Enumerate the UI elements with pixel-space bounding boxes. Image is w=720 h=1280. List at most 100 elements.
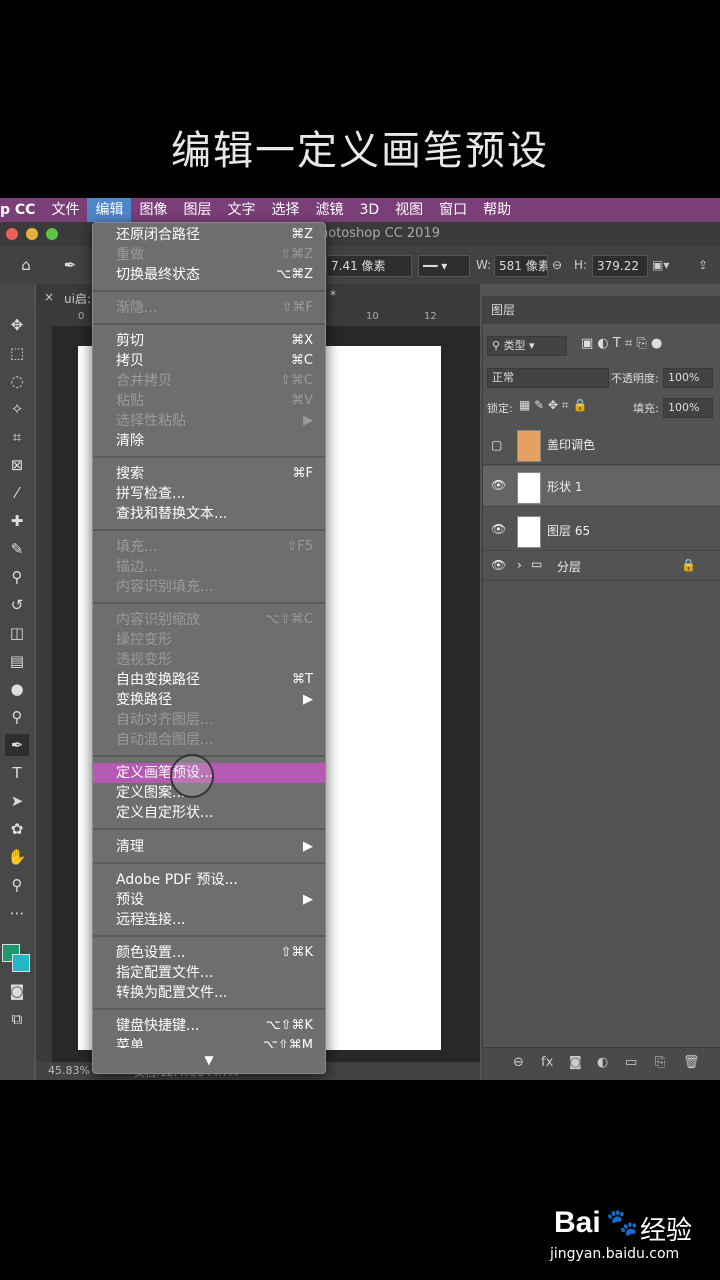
menu-scroll-down-icon[interactable]: ▼ xyxy=(93,1053,325,1067)
menu-item-content-aware-scale[interactable]: 内容识别缩放 ⌥⇧⌘C xyxy=(93,610,325,630)
dodge-tool-icon[interactable]: ⚲ xyxy=(5,706,29,728)
menu-layer[interactable]: 图层 xyxy=(175,198,219,222)
menu-item-redo[interactable]: 重做 ⇧⌘Z xyxy=(93,245,325,265)
screen-mode-icon[interactable]: ⧉ xyxy=(5,1008,29,1030)
stroke-width-field[interactable]: 7.41 像素 xyxy=(326,255,412,277)
menu-item-auto-blend-layers[interactable]: 自动混合图层... xyxy=(93,730,325,750)
clone-stamp-icon[interactable]: ⚲ xyxy=(5,566,29,588)
menu-item-transform-path[interactable]: 变换路径 ▶ xyxy=(93,690,325,710)
zoom-tool-icon[interactable]: ⚲ xyxy=(5,874,29,896)
layer-filter-icons[interactable]: ▣ ◐ T ⌗ ⎘ ● xyxy=(581,336,662,351)
menu-help[interactable]: 帮助 xyxy=(475,198,519,222)
stroke-style-select[interactable]: ━━ ▾ xyxy=(418,255,470,277)
menu-item-free-transform-path[interactable]: 自由变换路径 ⌘T xyxy=(93,670,325,690)
menu-item-fill[interactable]: 填充... ⇧F5 xyxy=(93,537,325,557)
menu-item-search[interactable]: 搜索 ⌘F xyxy=(93,464,325,484)
fill-field[interactable]: 100% xyxy=(663,398,713,418)
opacity-field[interactable]: 100% xyxy=(663,368,713,388)
magic-wand-icon[interactable]: ✧ xyxy=(5,398,29,420)
visibility-off-icon[interactable]: ▢ xyxy=(491,438,507,454)
menu-window[interactable]: 窗口 xyxy=(431,198,475,222)
menu-item-keyboard-shortcuts[interactable]: 键盘快捷键... ⌥⇧⌘K xyxy=(93,1016,325,1036)
menu-image[interactable]: 图像 xyxy=(131,198,175,222)
menu-item-copy[interactable]: 拷贝 ⌘C xyxy=(93,351,325,371)
menu-file[interactable]: 文件 xyxy=(43,198,87,222)
layer-filter-select[interactable]: ⚲ 类型 ▾ xyxy=(487,336,567,356)
menu-item-define-custom-shape[interactable]: 定义自定形状... xyxy=(93,803,325,823)
menu-item-auto-align-layers[interactable]: 自动对齐图层... xyxy=(93,710,325,730)
lock-icons[interactable]: ▦ ✎ ✥ ⌗ 🔒 xyxy=(519,398,587,413)
layer-group-row[interactable]: 👁 › ▭ 分层 🔒 xyxy=(483,552,720,581)
new-group-icon[interactable]: ▭ xyxy=(625,1055,637,1070)
menu-item-remote-connections[interactable]: 远程连接... xyxy=(93,910,325,930)
gradient-tool-icon[interactable]: ▤ xyxy=(5,650,29,672)
menu-item-stroke[interactable]: 描边... xyxy=(93,557,325,577)
layer-name[interactable]: 图层 65 xyxy=(547,522,590,539)
new-layer-icon[interactable]: ⎘ xyxy=(655,1055,665,1070)
height-field[interactable]: 379.22 xyxy=(592,255,648,277)
path-operations-icon[interactable]: ▣▾ xyxy=(652,258,669,272)
menu-item-copy-merged[interactable]: 合并拷贝 ⇧⌘C xyxy=(93,371,325,391)
layer-name[interactable]: 形状 1 xyxy=(547,478,582,495)
eye-icon[interactable]: 👁 xyxy=(491,478,507,494)
eraser-icon[interactable]: ◫ xyxy=(5,622,29,644)
blend-mode-select[interactable]: 正常 xyxy=(487,368,609,388)
layer-name[interactable]: 盖印调色 xyxy=(547,436,595,453)
home-icon[interactable]: ⌂ xyxy=(14,254,38,276)
menu-edit[interactable]: 编辑 xyxy=(87,198,132,222)
adjustment-layer-icon[interactable]: ◐ xyxy=(597,1055,608,1070)
close-tab-icon[interactable]: × xyxy=(44,290,54,304)
marquee-tool-icon[interactable]: ⬚ xyxy=(5,342,29,364)
menu-item-puppet-warp[interactable]: 操控变形 xyxy=(93,630,325,650)
width-field[interactable]: 581 像素 xyxy=(494,255,548,277)
menu-item-menus[interactable]: 菜单... ⌥⇧⌘M xyxy=(93,1036,325,1048)
menu-item-fade[interactable]: 渐隐... ⇧⌘F xyxy=(93,298,325,318)
menu-item-toggle-last-state[interactable]: 切换最终状态 ⌥⌘Z xyxy=(93,265,325,285)
menu-item-clear[interactable]: 清除 xyxy=(93,431,325,451)
menu-item-content-aware-fill[interactable]: 内容识别填充... xyxy=(93,577,325,597)
chevron-right-icon[interactable]: › xyxy=(517,558,522,572)
eyedropper-icon[interactable]: ⁄ xyxy=(5,482,29,504)
menu-3d[interactable]: 3D xyxy=(351,198,387,222)
trash-icon[interactable]: 🗑 xyxy=(683,1055,700,1070)
type-tool-icon[interactable]: T xyxy=(5,762,29,784)
menu-item-paste-special[interactable]: 选择性粘贴 ▶ xyxy=(93,411,325,431)
link-dimensions-icon[interactable]: ⊖ xyxy=(552,258,562,272)
pen-tool-icon[interactable]: ✒ xyxy=(5,734,29,756)
menu-app[interactable]: p CC xyxy=(0,198,43,222)
menu-item-purge[interactable]: 清理 ▶ xyxy=(93,837,325,857)
menu-filter[interactable]: 滤镜 xyxy=(307,198,351,222)
menu-select[interactable]: 选择 xyxy=(263,198,307,222)
group-name[interactable]: 分层 xyxy=(557,558,581,575)
history-brush-icon[interactable]: ↺ xyxy=(5,594,29,616)
menu-item-color-settings[interactable]: 颜色设置... ⇧⌘K xyxy=(93,943,325,963)
custom-shape-icon[interactable]: ✿ xyxy=(5,818,29,840)
menu-item-convert-to-profile[interactable]: 转换为配置文件... xyxy=(93,983,325,1003)
menu-item-adobe-pdf-presets[interactable]: Adobe PDF 预设... xyxy=(93,870,325,890)
blur-tool-icon[interactable]: ● xyxy=(5,678,29,700)
frame-tool-icon[interactable]: ⊠ xyxy=(5,454,29,476)
pen-tool-preset-icon[interactable]: ✒ xyxy=(58,254,82,276)
minimize-window-button[interactable] xyxy=(26,228,38,240)
link-layers-icon[interactable]: ⊖ xyxy=(513,1055,524,1070)
path-selection-icon[interactable]: ➤ xyxy=(5,790,29,812)
crop-tool-icon[interactable]: ⌗ xyxy=(5,426,29,448)
menu-item-presets[interactable]: 预设 ▶ xyxy=(93,890,325,910)
lasso-tool-icon[interactable]: ◌ xyxy=(5,370,29,392)
document-tab[interactable]: ui启: xyxy=(64,290,91,307)
add-mask-icon[interactable]: ◙ xyxy=(569,1055,582,1070)
menu-item-check-spelling[interactable]: 拼写检查... xyxy=(93,484,325,504)
eye-icon[interactable]: 👁 xyxy=(491,558,507,574)
fx-icon[interactable]: fx xyxy=(541,1055,553,1070)
close-window-button[interactable] xyxy=(6,228,18,240)
more-tools-icon[interactable]: ⋯ xyxy=(5,902,29,924)
move-tool-icon[interactable]: ✥ xyxy=(5,314,29,336)
menu-type[interactable]: 文字 xyxy=(219,198,263,222)
quick-mask-icon[interactable]: ◙ xyxy=(5,980,29,1002)
zoom-window-button[interactable] xyxy=(46,228,58,240)
healing-brush-icon[interactable]: ✚ xyxy=(5,510,29,532)
layer-row[interactable]: ▢ 盖印调色 xyxy=(483,424,720,465)
layer-row-selected[interactable]: 👁 形状 1 xyxy=(483,466,720,507)
brush-tool-icon[interactable]: ✎ xyxy=(5,538,29,560)
menu-item-cut[interactable]: 剪切 ⌘X xyxy=(93,331,325,351)
